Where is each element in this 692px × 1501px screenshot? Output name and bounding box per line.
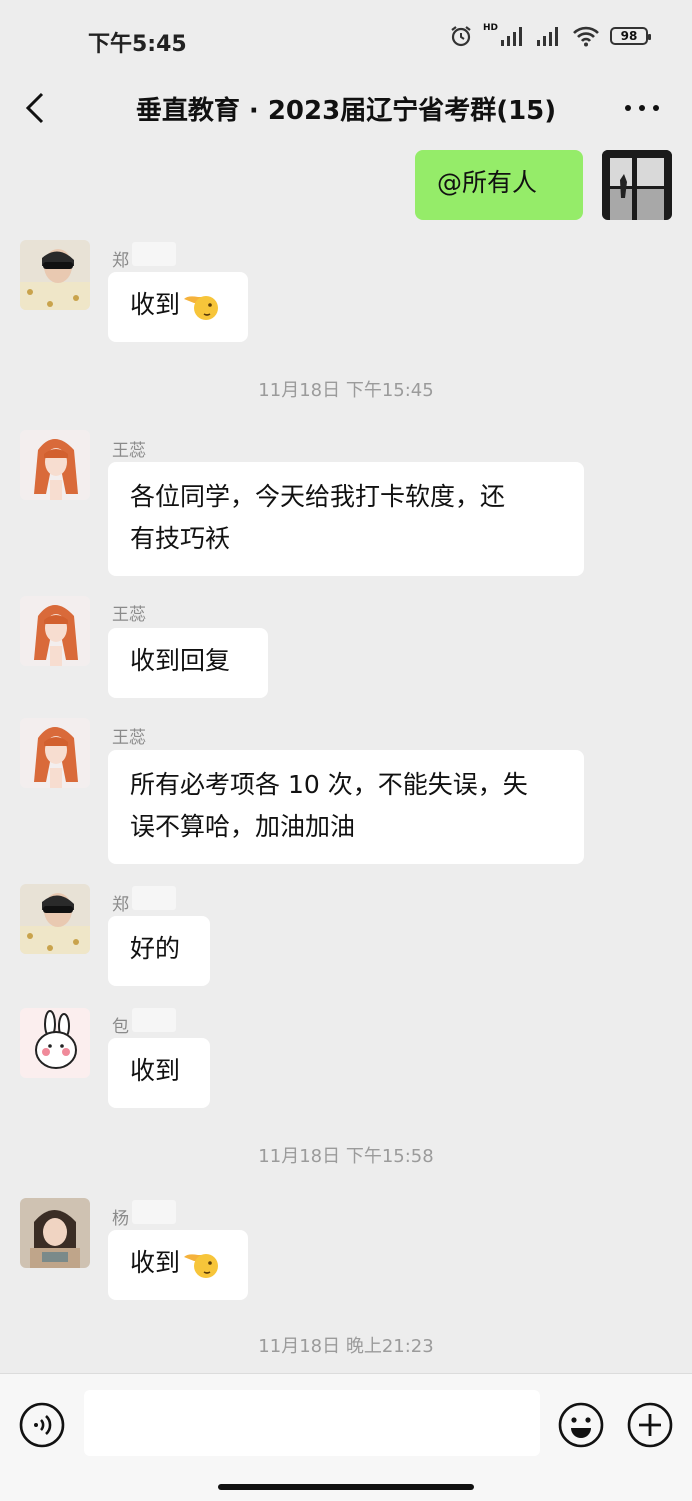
status-time: 下午5:45: [88, 32, 187, 57]
message-bubble[interactable]: 收到: [108, 1230, 248, 1300]
message-text: 好的: [130, 934, 181, 963]
wifi-icon: [573, 26, 599, 47]
sender-name: 杨: [112, 1209, 129, 1229]
sender-name: 郑: [112, 251, 129, 271]
message-bubble[interactable]: 收到: [108, 1038, 210, 1108]
battery-indicator: 98: [610, 27, 651, 45]
message-list[interactable]: @所有人 郑 收到 11月18日 下午15:45 王蕊 各位同学，今天给我打卡软…: [0, 148, 692, 1373]
pointing-hand-emoji: [184, 1254, 219, 1278]
smiley-icon[interactable]: [557, 1401, 605, 1449]
signal-icon-2: [537, 27, 558, 46]
battery-level: 98: [620, 29, 638, 43]
message-text: 收到: [130, 1248, 181, 1277]
timestamp: 11月18日 下午15:58: [258, 1146, 434, 1167]
message-bubble[interactable]: 收到: [108, 272, 248, 342]
sender-name: 王蕊: [112, 728, 146, 748]
page-title: 垂直教育 · 2023届辽宁省考群(15): [135, 96, 557, 126]
my-avatar[interactable]: [602, 150, 672, 220]
sender-name: 包: [112, 1017, 129, 1037]
avatar-yang[interactable]: [20, 1198, 90, 1268]
avatar-wangrui[interactable]: [20, 430, 90, 500]
message-text: 收到: [130, 1056, 181, 1085]
signal-icon-1: [501, 27, 522, 46]
hd-label: HD: [482, 23, 498, 33]
avatar-image: [20, 430, 90, 500]
message-input[interactable]: [84, 1390, 540, 1456]
chat-header: 垂直教育 · 2023届辽宁省考群(15): [0, 76, 692, 148]
name-blur: [132, 242, 176, 266]
message-text: @所有人: [437, 168, 538, 197]
message-text: 收到回复: [130, 646, 231, 675]
pointing-hand-emoji: [184, 296, 219, 320]
status-bar: 下午5:45 HD 98: [0, 0, 692, 80]
avatar-bao[interactable]: [20, 1008, 90, 1078]
name-blur: [132, 1200, 176, 1224]
input-bar: [0, 1373, 692, 1501]
my-message-bubble[interactable]: @所有人: [415, 150, 583, 220]
alarm-icon: [451, 26, 471, 47]
sender-name: 王蕊: [112, 441, 146, 461]
plus-icon[interactable]: [626, 1401, 674, 1449]
avatar-image: [20, 1198, 90, 1268]
message-bubble[interactable]: 所有必考项各 10 次，不能失误，失 误不算哈，加油加油: [108, 750, 584, 864]
status-icons: HD 98: [449, 23, 651, 48]
message-text-line: 各位同学，今天给我打卡软度，还: [130, 482, 506, 511]
timestamp: 11月18日 下午15:45: [258, 380, 434, 401]
avatar-wangrui[interactable]: [20, 718, 90, 788]
name-blur: [132, 886, 176, 910]
avatar-image: [20, 718, 90, 788]
voice-icon[interactable]: [18, 1401, 66, 1449]
message-bubble[interactable]: 收到回复: [108, 628, 268, 698]
avatar-image: [602, 150, 672, 220]
message-text-line: 有技巧袄: [130, 524, 231, 553]
message-text: 收到: [130, 290, 181, 319]
avatar-zheng[interactable]: [20, 240, 90, 310]
timestamp: 11月18日 晚上21:23: [258, 1336, 434, 1357]
home-indicator[interactable]: [218, 1484, 474, 1490]
name-blur: [132, 1008, 176, 1032]
message-text-line: 误不算哈，加油加油: [130, 812, 356, 841]
avatar-image: [20, 596, 90, 666]
avatar-image: [20, 240, 90, 310]
sender-name: 王蕊: [112, 605, 146, 625]
avatar-wangrui[interactable]: [20, 596, 90, 666]
message-text-line: 所有必考项各 10 次，不能失误，失: [130, 770, 528, 799]
avatar-image: [20, 1008, 90, 1078]
more-dots-icon[interactable]: [622, 90, 662, 126]
avatar-zheng[interactable]: [20, 884, 90, 954]
sender-name: 郑: [112, 895, 129, 915]
avatar-image: [20, 884, 90, 954]
message-bubble[interactable]: 各位同学，今天给我打卡软度，还 有技巧袄: [108, 462, 584, 576]
message-bubble[interactable]: 好的: [108, 916, 210, 986]
